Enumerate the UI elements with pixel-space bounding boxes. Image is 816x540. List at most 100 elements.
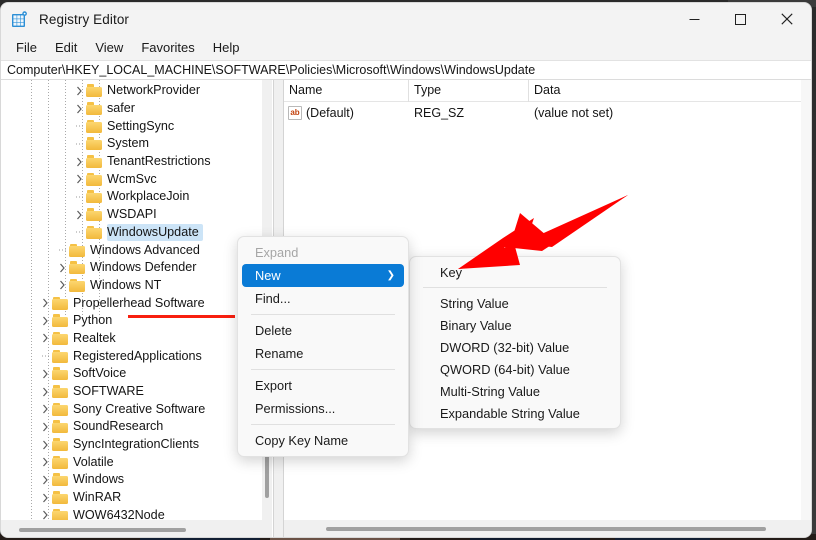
menu-view[interactable]: View xyxy=(86,37,132,58)
chevron-right-icon[interactable] xyxy=(39,312,52,329)
chevron-right-icon[interactable] xyxy=(39,418,52,435)
tree-horizontal-scrollbar[interactable] xyxy=(1,520,272,537)
menu-edit[interactable]: Edit xyxy=(46,37,86,58)
tree-item-sony-creative-software[interactable]: Sony Creative Software xyxy=(1,400,263,418)
tree-item-wsdapi[interactable]: WSDAPI xyxy=(1,206,263,224)
chevron-right-icon[interactable] xyxy=(39,330,52,347)
context-menu-item-new[interactable]: New ❯ xyxy=(242,264,404,287)
submenu-item-binary-value[interactable]: Binary Value xyxy=(414,314,616,336)
minimize-button[interactable] xyxy=(671,3,717,35)
tree-item-soundresearch[interactable]: SoundResearch xyxy=(1,418,263,436)
chevron-right-icon[interactable] xyxy=(39,295,52,312)
menu-file[interactable]: File xyxy=(7,37,46,58)
tree-item-propellerhead-software[interactable]: Propellerhead Software xyxy=(1,294,263,312)
context-menu-item-permissions[interactable]: Permissions... xyxy=(242,397,404,420)
submenu-item-dword-32-bit-value[interactable]: DWORD (32-bit) Value xyxy=(414,336,616,358)
tree-item-wow6432node[interactable]: WOW6432Node xyxy=(1,507,263,520)
tree-item-windows[interactable]: Windows xyxy=(1,471,263,489)
tree-item-syncintegrationclients[interactable]: SyncIntegrationClients xyxy=(1,436,263,454)
context-menu-item-copy-key-name[interactable]: Copy Key Name xyxy=(242,429,404,452)
value-name-cell: ab (Default) xyxy=(284,106,409,120)
registry-tree-pane: NetworkProvider safer SettingSync System Ten… xyxy=(1,80,273,537)
tree-item-label-wrap: WcmSvc xyxy=(107,171,161,188)
column-header-data[interactable]: Data xyxy=(529,80,811,102)
maximize-button[interactable] xyxy=(717,3,763,35)
tree-item-windowsupdate[interactable]: WindowsUpdate xyxy=(1,223,263,242)
tree-item-realtek[interactable]: Realtek xyxy=(1,330,263,348)
context-menu-item-find[interactable]: Find... xyxy=(242,287,404,310)
tree-item-networkprovider[interactable]: NetworkProvider xyxy=(1,82,263,100)
registry-editor-icon xyxy=(11,10,28,28)
menu-favorites[interactable]: Favorites xyxy=(132,37,203,58)
menu-help[interactable]: Help xyxy=(204,37,249,58)
chevron-right-icon[interactable] xyxy=(39,401,52,418)
tree-item-volatile[interactable]: Volatile xyxy=(1,453,263,471)
tree-item-label-wrap: TenantRestrictions xyxy=(107,153,215,170)
folder-icon xyxy=(52,296,69,310)
tree-item-windows-nt[interactable]: Windows NT xyxy=(1,277,263,295)
chevron-right-icon[interactable] xyxy=(73,100,86,117)
submenu-item-key[interactable]: Key xyxy=(414,261,616,283)
context-menu: Expand New ❯ Find... Delete Rename Export Permi… xyxy=(237,236,409,457)
chevron-right-icon[interactable] xyxy=(73,153,86,170)
tree-item-windows-defender[interactable]: Windows Defender xyxy=(1,259,263,277)
tree-item-registeredapplications[interactable]: RegisteredApplications xyxy=(1,347,263,365)
tree-item-label-wrap: WindowsUpdate xyxy=(107,223,203,241)
column-header-type[interactable]: Type xyxy=(409,80,529,102)
chevron-right-icon[interactable] xyxy=(73,82,86,99)
list-horizontal-scrollbar-thumb[interactable] xyxy=(326,527,766,531)
tree-item-label-wrap: Windows Advanced xyxy=(90,242,204,259)
tree-item-safer[interactable]: safer xyxy=(1,100,263,118)
tree-item-wcmsvc[interactable]: WcmSvc xyxy=(1,170,263,188)
value-data-cell: (value not set) xyxy=(534,106,614,120)
context-menu-item-label: New xyxy=(255,268,281,283)
tree-connector-stub xyxy=(73,224,86,241)
tree-item-label-wrap: SettingSync xyxy=(107,118,178,135)
folder-icon xyxy=(69,243,86,257)
chevron-right-icon[interactable] xyxy=(39,471,52,488)
submenu-item-string-value[interactable]: String Value xyxy=(414,292,616,314)
submenu-item-label: DWORD (32-bit) Value xyxy=(440,339,570,355)
tree-item-workplacejoin[interactable]: WorkplaceJoin xyxy=(1,188,263,206)
registry-tree-scroll-area[interactable]: NetworkProvider safer SettingSync System Ten… xyxy=(1,80,263,520)
chevron-right-icon[interactable] xyxy=(39,454,52,471)
chevron-right-icon[interactable] xyxy=(39,489,52,506)
close-button[interactable] xyxy=(763,3,811,35)
folder-icon xyxy=(52,314,69,328)
tree-item-label-wrap: WSDAPI xyxy=(107,206,161,223)
list-horizontal-scrollbar[interactable] xyxy=(284,520,811,537)
submenu-item-qword-64-bit-value[interactable]: QWORD (64-bit) Value xyxy=(414,358,616,380)
chevron-right-icon[interactable] xyxy=(73,171,86,188)
tree-horizontal-scrollbar-thumb[interactable] xyxy=(19,528,186,532)
chevron-right-icon[interactable] xyxy=(39,436,52,453)
tree-item-label-wrap: Volatile xyxy=(73,454,118,471)
tree-item-system[interactable]: System xyxy=(1,135,263,153)
table-row[interactable]: ab (Default) REG_SZ (value not set) xyxy=(284,102,811,124)
submenu-item-expandable-string-value[interactable]: Expandable String Value xyxy=(414,402,616,424)
chevron-right-icon[interactable] xyxy=(56,277,69,294)
chevron-right-icon[interactable] xyxy=(56,259,69,276)
tree-item-settingsync[interactable]: SettingSync xyxy=(1,117,263,135)
folder-icon xyxy=(52,438,69,452)
context-menu-item-export[interactable]: Export xyxy=(242,374,404,397)
tree-item-label: WSDAPI xyxy=(107,207,157,222)
tree-item-tenantrestrictions[interactable]: TenantRestrictions xyxy=(1,153,263,171)
tree-item-label: Sony Creative Software xyxy=(73,401,206,416)
context-menu-item-label: Expand xyxy=(255,245,299,260)
tree-item-softvoice[interactable]: SoftVoice xyxy=(1,365,263,383)
tree-item-windows-advanced[interactable]: Windows Advanced xyxy=(1,241,263,259)
context-menu-item-rename[interactable]: Rename xyxy=(242,342,404,365)
string-value-icon: ab xyxy=(288,106,302,120)
list-vertical-scrollbar[interactable] xyxy=(801,80,811,520)
tree-item-software[interactable]: SOFTWARE xyxy=(1,383,263,401)
chevron-right-icon[interactable] xyxy=(39,365,52,382)
chevron-right-icon[interactable] xyxy=(73,206,86,223)
tree-item-winrar[interactable]: WinRAR xyxy=(1,489,263,507)
address-bar[interactable]: Computer\HKEY_LOCAL_MACHINE\SOFTWARE\Pol… xyxy=(1,60,811,80)
chevron-right-icon[interactable] xyxy=(39,383,52,400)
chevron-right-icon[interactable] xyxy=(39,507,52,520)
column-header-name[interactable]: Name xyxy=(284,80,409,102)
context-menu-item-delete[interactable]: Delete xyxy=(242,319,404,342)
submenu-item-multi-string-value[interactable]: Multi-String Value xyxy=(414,380,616,402)
submenu-separator xyxy=(423,287,607,288)
